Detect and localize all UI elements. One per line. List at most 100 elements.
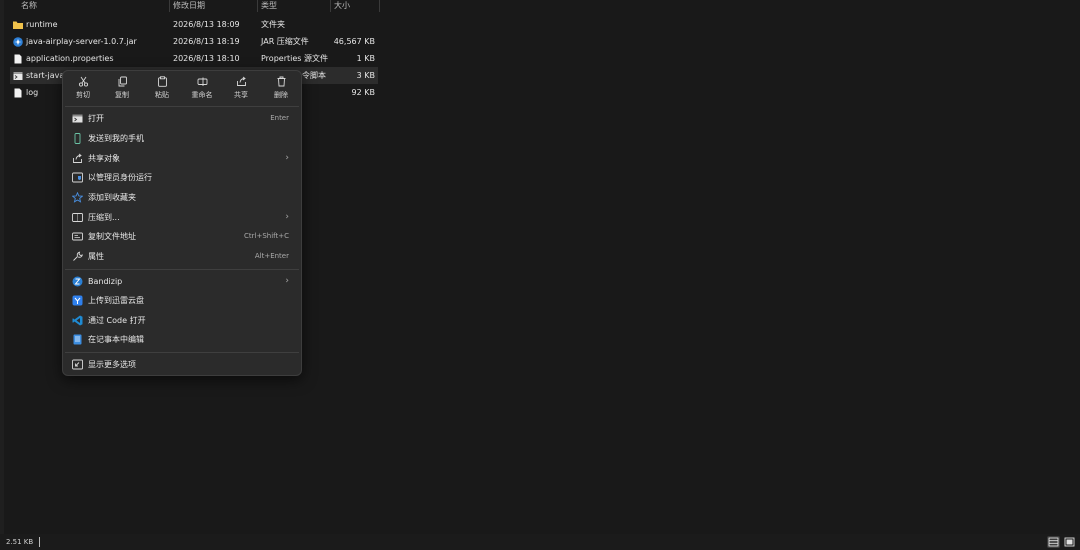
file-name: java-airplay-server-1.0.7.jar	[26, 37, 137, 46]
wrench-icon	[73, 251, 83, 261]
menu-divider	[65, 269, 299, 270]
menu-item-share-object[interactable]: 共享对象 ›	[67, 149, 297, 168]
compress-icon	[72, 213, 83, 222]
details-view-button[interactable]	[1047, 536, 1060, 548]
menu-item-label: 属性	[88, 252, 104, 261]
column-divider[interactable]	[257, 0, 258, 12]
column-name-header[interactable]: 名称	[21, 0, 37, 12]
menu-item-label: 显示更多选项	[88, 360, 136, 369]
menu-item-run-as-admin[interactable]: 以管理员身份运行	[67, 168, 297, 187]
file-row-properties[interactable]: application.properties 2026/8/13 18:10 P…	[10, 50, 378, 67]
menu-item-properties[interactable]: 属性 Alt+Enter	[67, 247, 297, 266]
selection-size-text: 2.51 KB	[6, 538, 34, 546]
paste-button[interactable]: 粘贴	[144, 74, 180, 104]
column-type-header[interactable]: 类型	[261, 0, 277, 12]
menu-item-shortcut: Alt+Enter	[254, 252, 289, 260]
bandizip-icon	[72, 276, 83, 287]
cut-icon	[78, 76, 88, 87]
file-row-runtime[interactable]: runtime 2026/8/13 18:09 文件夹	[10, 16, 378, 33]
file-size: 1 KB	[356, 54, 375, 63]
star-icon	[72, 192, 83, 203]
copy-button[interactable]: 复制	[104, 74, 140, 104]
rename-button[interactable]: 重命名	[184, 74, 220, 104]
menu-item-copy-path[interactable]: 复制文件地址 Ctrl+Shift+C	[67, 227, 297, 246]
menu-item-edit-notepad[interactable]: 在记事本中编辑	[67, 330, 297, 349]
menu-item-label: 以管理员身份运行	[88, 173, 152, 182]
status-divider	[39, 537, 40, 547]
rename-label: 重命名	[191, 91, 213, 99]
rename-icon	[197, 77, 207, 86]
context-menu: 剪切 复制 粘贴 重命名 共享 删除 打开 Enter 发送到我的手机 共享对象…	[62, 70, 302, 376]
submenu-arrow-icon: ›	[285, 276, 289, 286]
menu-item-open[interactable]: 打开 Enter	[67, 109, 297, 128]
file-size: 46,567 KB	[333, 37, 375, 46]
column-divider[interactable]	[379, 0, 380, 12]
submenu-arrow-icon: ›	[285, 153, 289, 163]
cut-button[interactable]: 剪切	[65, 74, 101, 104]
file-name: log	[26, 88, 39, 97]
menu-item-bandizip[interactable]: Bandizip ›	[67, 272, 297, 291]
copy-label: 复制	[115, 91, 129, 99]
large-icons-view-button[interactable]	[1063, 536, 1076, 548]
delete-icon	[277, 76, 285, 87]
file-name: runtime	[26, 20, 58, 29]
menu-item-label: 添加到收藏夹	[88, 193, 136, 202]
menu-item-compress[interactable]: 压缩到... ›	[67, 208, 297, 227]
phone-icon	[74, 133, 81, 144]
menu-item-label: 打开	[88, 114, 104, 123]
file-type: JAR 压缩文件	[261, 37, 309, 46]
file-size: 92 KB	[351, 88, 375, 97]
menu-item-label: 共享对象	[88, 154, 120, 163]
file-name: start-java-	[26, 71, 68, 80]
left-edge-strip	[0, 0, 4, 534]
menu-item-label: 压缩到...	[88, 213, 120, 222]
open-icon	[72, 114, 83, 123]
column-modified-header[interactable]: 修改日期	[173, 0, 205, 12]
menu-item-send-to-phone[interactable]: 发送到我的手机	[67, 129, 297, 148]
menu-item-label: 复制文件地址	[88, 232, 136, 241]
file-modified: 2026/8/13 18:19	[173, 37, 240, 46]
column-divider[interactable]	[330, 0, 331, 12]
more-options-icon	[72, 359, 83, 370]
submenu-arrow-icon: ›	[285, 212, 289, 222]
menu-divider	[65, 106, 299, 107]
menu-item-show-more-options[interactable]: 显示更多选项	[67, 355, 297, 374]
column-divider[interactable]	[169, 0, 170, 12]
file-modified: 2026/8/13 18:10	[173, 54, 240, 63]
copy-path-icon	[72, 232, 83, 241]
details-view-icon	[1048, 537, 1059, 547]
quick-action-bar: 剪切 复制 粘贴 重命名 共享 删除	[63, 71, 301, 105]
column-size-header[interactable]: 大小	[334, 0, 350, 12]
share-icon	[236, 76, 246, 86]
menu-divider	[65, 352, 299, 353]
menu-item-open-with-code[interactable]: 通过 Code 打开	[67, 311, 297, 330]
delete-button[interactable]: 删除	[263, 74, 299, 104]
menu-item-shortcut: Ctrl+Shift+C	[244, 232, 289, 240]
xunlei-icon	[72, 295, 83, 306]
file-modified: 2026/8/13 18:09	[173, 20, 240, 29]
admin-shield-icon	[72, 172, 83, 183]
menu-item-label: 通过 Code 打开	[88, 316, 146, 325]
menu-item-upload-xunlei[interactable]: 上传到迅雷云盘	[67, 291, 297, 310]
delete-label: 删除	[274, 91, 288, 99]
menu-item-shortcut: Enter	[270, 114, 289, 122]
file-row-jar[interactable]: java-airplay-server-1.0.7.jar 2026/8/13 …	[10, 33, 378, 50]
share-label: 共享	[234, 91, 248, 99]
paste-label: 粘贴	[155, 91, 169, 99]
cut-label: 剪切	[76, 91, 90, 99]
vscode-icon	[72, 315, 83, 326]
share-object-icon	[73, 153, 82, 163]
paste-icon	[157, 76, 167, 87]
copy-icon	[118, 76, 127, 87]
menu-item-add-favorite[interactable]: 添加到收藏夹	[67, 188, 297, 207]
file-type: 文件夹	[261, 20, 285, 29]
document-icon	[14, 54, 22, 64]
file-size	[315, 16, 375, 33]
share-button[interactable]: 共享	[223, 74, 259, 104]
menu-item-label: 在记事本中编辑	[88, 335, 144, 344]
notepad-icon	[73, 334, 82, 345]
script-file-icon	[13, 72, 23, 80]
menu-item-label: 上传到迅雷云盘	[88, 296, 144, 305]
jar-file-icon	[13, 37, 23, 47]
file-size: 3 KB	[356, 71, 375, 80]
